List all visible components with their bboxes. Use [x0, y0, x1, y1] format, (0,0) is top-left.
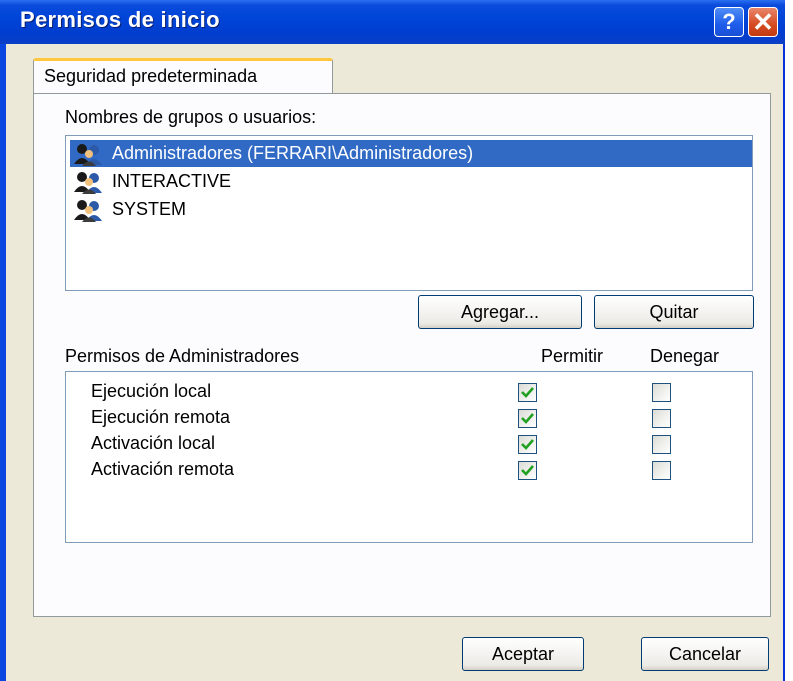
- dialog-window: Permisos de inicio ? ✕ Seguridad predete…: [0, 0, 785, 681]
- window-title: Permisos de inicio: [20, 7, 220, 32]
- close-button[interactable]: ✕: [748, 7, 778, 37]
- checkmark-icon: [521, 387, 534, 398]
- checkmark-icon: [521, 439, 534, 450]
- deny-column-header: Denegar: [650, 346, 720, 366]
- deny-checkbox[interactable]: [652, 383, 671, 402]
- groups-list[interactable]: Administradores (FERRARI\Administradores…: [65, 135, 753, 291]
- cancel-button[interactable]: Cancelar: [641, 637, 769, 671]
- list-item[interactable]: Administradores (FERRARI\Administradores…: [70, 140, 752, 167]
- user-group-icon: [74, 143, 102, 166]
- deny-checkbox[interactable]: [652, 435, 671, 454]
- allow-column-header: Permitir: [541, 346, 603, 366]
- permissions-label: Permisos de Administradores: [65, 346, 300, 366]
- allow-checkbox[interactable]: [518, 383, 537, 402]
- list-item[interactable]: INTERACTIVE: [70, 168, 231, 195]
- allow-checkbox[interactable]: [518, 435, 537, 454]
- user-group-icon: [74, 199, 102, 222]
- permissions-list: Ejecución local Ejecución remota Activac…: [65, 371, 753, 543]
- ok-button[interactable]: Aceptar: [462, 637, 584, 671]
- list-item-label: INTERACTIVE: [112, 171, 232, 191]
- list-item[interactable]: SYSTEM: [70, 196, 186, 223]
- permission-label: Activación local: [91, 433, 216, 453]
- allow-checkbox[interactable]: [518, 461, 537, 480]
- tab-default-security[interactable]: Seguridad predeterminada: [33, 58, 333, 94]
- permission-label: Activación remota: [91, 459, 235, 479]
- permission-label: Ejecución remota: [91, 407, 231, 427]
- title-bar[interactable]: Permisos de inicio ? ✕: [0, 0, 785, 44]
- remove-button[interactable]: Quitar: [594, 295, 754, 329]
- question-icon: ?: [722, 9, 736, 34]
- permission-label: Ejecución local: [91, 381, 212, 401]
- deny-checkbox[interactable]: [652, 461, 671, 480]
- checkmark-icon: [521, 465, 534, 476]
- groups-label: Nombres de grupos o usuarios:: [65, 107, 317, 127]
- help-button[interactable]: ?: [714, 7, 744, 37]
- window-frame: [0, 0, 6, 681]
- list-item-label: Administradores (FERRARI\Administradores…: [112, 143, 474, 163]
- deny-checkbox[interactable]: [652, 409, 671, 428]
- list-item-label: SYSTEM: [112, 199, 187, 219]
- checkmark-icon: [521, 413, 534, 424]
- user-group-icon: [74, 171, 102, 194]
- add-button[interactable]: Agregar...: [418, 295, 582, 329]
- allow-checkbox[interactable]: [518, 409, 537, 428]
- close-icon: ✕: [752, 6, 774, 37]
